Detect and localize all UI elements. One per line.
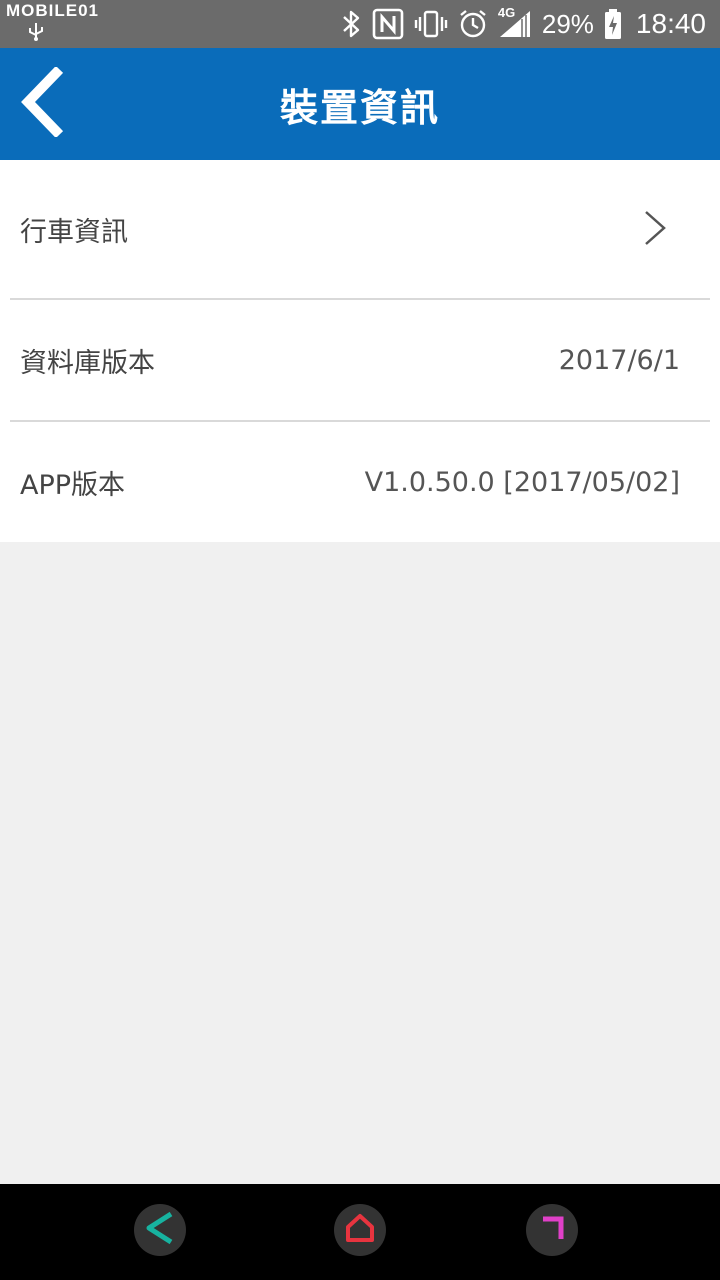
watermark-text: MOBILE01 xyxy=(6,1,100,20)
nfc-icon xyxy=(372,8,404,40)
list-item-label: 資料庫版本 xyxy=(20,347,155,379)
list-item-app-version: APP版本 V1.0.50.0 [2017/05/02] xyxy=(0,422,720,542)
battery-percent: 29% xyxy=(541,8,594,39)
alarm-icon xyxy=(458,9,488,39)
back-button[interactable] xyxy=(10,65,74,141)
chevron-left-icon xyxy=(18,65,66,141)
status-icons: 4G 29% 18:40 xyxy=(340,0,706,48)
list-item-value: 2017/6/1 xyxy=(558,344,680,376)
home-icon xyxy=(343,1211,377,1249)
page-title: 裝置資訊 xyxy=(279,85,440,130)
screen: MOBILE01 4G 29% 18:40 裝置資訊 行車資訊 資料庫版本 20… xyxy=(0,0,720,1280)
chevron-right-icon xyxy=(640,208,670,248)
network-label: 4G xyxy=(497,5,516,20)
nav-back-button[interactable] xyxy=(134,1204,186,1256)
list-item-label: APP版本 xyxy=(20,469,126,501)
list-item-database-version: 資料庫版本 2017/6/1 xyxy=(0,300,720,420)
vibrate-icon xyxy=(414,9,448,39)
back-arrow-icon xyxy=(143,1210,177,1250)
status-left: MOBILE01 xyxy=(6,2,99,46)
nav-home-button[interactable] xyxy=(334,1204,386,1256)
signal-icon: 4G xyxy=(498,5,532,39)
usb-icon xyxy=(24,22,48,42)
navigation-bar xyxy=(0,1184,720,1280)
status-bar: MOBILE01 4G 29% 18:40 xyxy=(0,0,720,48)
nav-recents-button[interactable] xyxy=(526,1204,578,1256)
recents-icon xyxy=(535,1211,569,1249)
list-item-value: V1.0.50.0 [2017/05/02] xyxy=(364,466,680,498)
app-bar: 裝置資訊 xyxy=(0,48,720,160)
list-item-driving-info[interactable]: 行車資訊 xyxy=(0,160,720,298)
bluetooth-icon xyxy=(340,9,362,39)
clock: 18:40 xyxy=(635,8,706,39)
device-info-list: 行車資訊 資料庫版本 2017/6/1 APP版本 V1.0.50.0 [201… xyxy=(0,160,720,542)
list-item-label: 行車資訊 xyxy=(20,216,128,248)
battery-charging-icon xyxy=(604,8,622,40)
